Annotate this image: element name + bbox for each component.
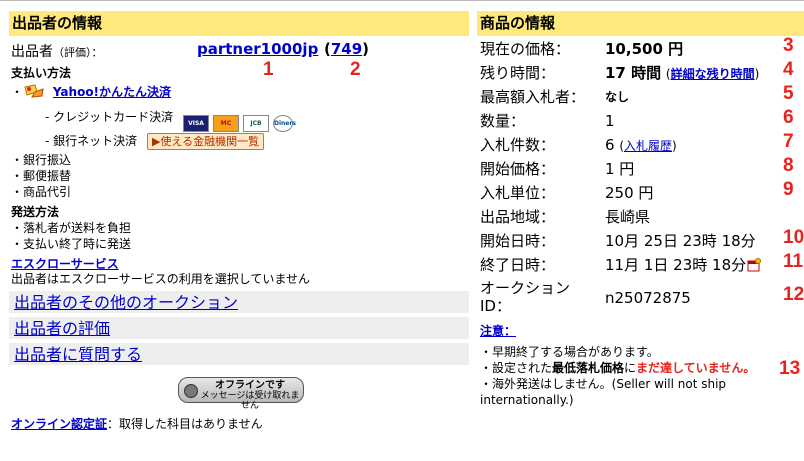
seller-rating-box: 出品者の評価 bbox=[9, 317, 469, 341]
notice-item: internationally.) bbox=[480, 393, 574, 407]
diners-icon: Diners bbox=[272, 115, 296, 132]
notice-list: ・早期終了する場合があります。 ・設定された最低落札価格にまだ達していません。 … bbox=[480, 344, 800, 408]
method-item: ・銀行振込 bbox=[11, 153, 72, 167]
offline-icon bbox=[184, 384, 198, 398]
other-methods: ・銀行振込 ・郵便振替 ・商品代引 bbox=[11, 152, 71, 200]
seller-row: 出品者（評価）： partner1000jp (749) bbox=[11, 39, 469, 61]
annot-3: 3 bbox=[783, 35, 794, 56]
row-start-time: 開始日時： 10月 25日 23時 18分 10 bbox=[480, 227, 804, 250]
online-cert-row: オンライン認定証：取得した科目はありません bbox=[11, 417, 263, 431]
shipping-title: 発送方法 bbox=[11, 205, 60, 219]
annot-4: 4 bbox=[783, 59, 794, 80]
annot-10: 10 bbox=[783, 227, 804, 248]
card-logos: VISA MC JCB Diners bbox=[182, 115, 296, 132]
ask-seller-box: 出品者に質問する bbox=[9, 343, 469, 367]
detailed-time-link[interactable]: 詳細な残り時間 bbox=[671, 67, 755, 81]
payment-title: 支払い方法 bbox=[11, 66, 72, 80]
bid-history-link[interactable]: 入札履歴 bbox=[624, 139, 672, 153]
notice-item: ・早期終了する場合があります。 bbox=[480, 345, 659, 359]
annot-7: 7 bbox=[783, 131, 794, 152]
calendar-icon[interactable] bbox=[747, 255, 762, 279]
notice-link[interactable]: 注意： bbox=[480, 323, 516, 339]
seller-auctions-box: 出品者のその他のオークション bbox=[9, 291, 469, 315]
escrow-link[interactable]: エスクローサービス bbox=[11, 256, 119, 272]
annot-11: 11 bbox=[783, 251, 804, 272]
yahoo-pay-icon bbox=[23, 83, 45, 99]
seller-info-header: 出品者の情報 bbox=[9, 11, 469, 36]
annot-2: 2 bbox=[350, 59, 361, 80]
seller-id-link[interactable]: partner1000jp bbox=[197, 40, 318, 58]
seller-info-panel: 出品者の情報 出品者（評価）： partner1000jp (749) 1 2 … bbox=[9, 11, 469, 431]
row-quantity: 数量： 1 6 bbox=[480, 107, 794, 130]
ask-seller-link[interactable]: 出品者に質問する bbox=[14, 345, 142, 364]
annot-12: 12 bbox=[783, 284, 804, 305]
bank-net-label: - 銀行ネット決済 bbox=[45, 134, 138, 148]
annot-5: 5 bbox=[783, 83, 794, 104]
row-time-left: 残り時間： 17 時間 (詳細な残り時間) 4 bbox=[480, 59, 794, 82]
top-divider bbox=[0, 0, 804, 1]
notice-item: ・設定された最低落札価格にまだ達していません。 bbox=[480, 361, 756, 375]
visa-icon: VISA bbox=[182, 115, 209, 132]
jcb-icon: JCB bbox=[242, 115, 269, 132]
seller-score: (749) bbox=[324, 40, 370, 58]
offline-status-button[interactable]: オフラインです メッセージは受け取れません bbox=[178, 377, 304, 411]
online-cert-link[interactable]: オンライン認定証 bbox=[11, 417, 107, 431]
seller-auctions-link[interactable]: 出品者のその他のオークション bbox=[14, 293, 238, 312]
annot-9: 9 bbox=[783, 179, 794, 200]
shipping-list: ・落札者が送料を負担 ・支払い終了時に発送 bbox=[11, 220, 131, 252]
row-start-price: 開始価格： 1 円 8 bbox=[480, 155, 794, 178]
annot-8: 8 bbox=[783, 155, 794, 176]
row-current-price: 現在の価格： 10,500 円 3 bbox=[480, 35, 794, 58]
seller-score-link[interactable]: 749 bbox=[331, 40, 362, 58]
seller-label: 出品者（評価）： bbox=[11, 44, 103, 60]
escrow-text: 出品者はエスクローサービスの利用を選択していません bbox=[11, 272, 311, 286]
row-region: 出品地域： 長崎県 bbox=[480, 208, 651, 226]
credit-label: - クレジットカード決済 bbox=[45, 110, 174, 124]
item-info-panel: 商品の情報 現在の価格： 10,500 円 3 残り時間： 17 時間 (詳細な… bbox=[477, 11, 804, 407]
credit-card-row: - クレジットカード決済 VISA MC JCB Diners bbox=[45, 109, 296, 132]
annot-6: 6 bbox=[783, 107, 794, 128]
shipping-item: ・落札者が送料を負担 bbox=[11, 221, 132, 235]
bank-list-button[interactable]: ▶使える金融機関一覧 bbox=[146, 133, 265, 150]
annot-13: 13 bbox=[779, 358, 801, 379]
row-bid-increment: 入札単位： 250 円 9 bbox=[480, 179, 794, 202]
row-bid-count: 入札件数： 6 (入札履歴) 7 bbox=[480, 131, 794, 154]
mastercard-icon: MC bbox=[212, 115, 239, 132]
row-end-time: 終了日時： 11月 1日 23時 18分 11 bbox=[480, 251, 804, 279]
yahoo-pay-row: ・ Yahoo!かんたん決済 bbox=[11, 83, 172, 99]
bank-net-row: - 銀行ネット決済 ▶使える金融機関一覧 bbox=[45, 133, 265, 150]
yahoo-pay-link[interactable]: Yahoo!かんたん決済 bbox=[53, 85, 171, 99]
shipping-item: ・支払い終了時に発送 bbox=[11, 237, 132, 251]
item-info-header: 商品の情報 bbox=[477, 11, 804, 36]
method-item: ・郵便振替 bbox=[11, 169, 72, 183]
row-auction-id: オークション ID： n25072875 12 bbox=[480, 279, 804, 315]
annot-1: 1 bbox=[263, 59, 274, 80]
method-item: ・商品代引 bbox=[11, 185, 72, 199]
notice-item: ・海外発送はしません。(Seller will not ship bbox=[480, 377, 727, 391]
seller-rating-link[interactable]: 出品者の評価 bbox=[14, 319, 110, 338]
row-top-bidder: 最高額入札者： なし 5 bbox=[480, 83, 794, 106]
